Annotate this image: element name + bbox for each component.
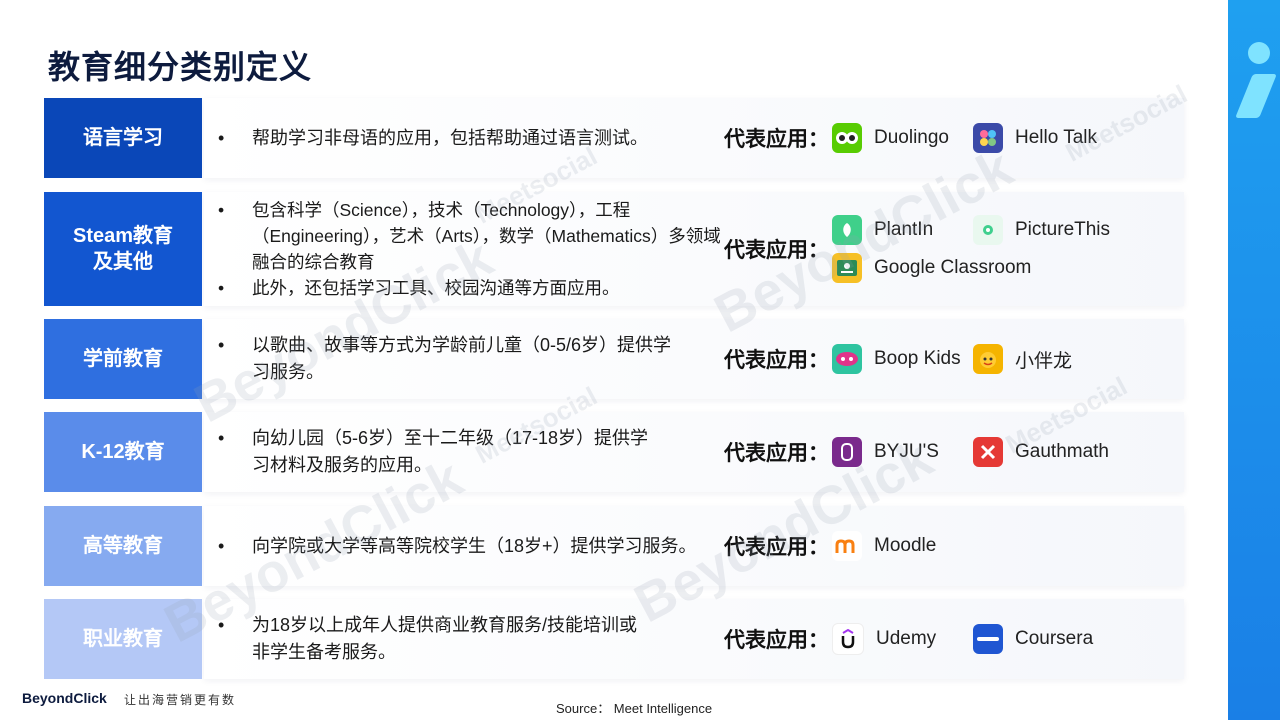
app-name: 小伴龙 (1015, 350, 1073, 372)
category-description: • 向学院或大学等高等院校学生（18岁+）提供学习服务。 (214, 506, 724, 586)
app-boop-kids[interactable]: Boop Kids (832, 344, 973, 374)
rep-label: 代表应用： (724, 349, 829, 372)
bullet-text: 帮助学习非母语的应用，包括帮助通过语言测试。 (252, 127, 648, 148)
category-description: • 包含科学（Science），技术（Technology），工程（Enginee… (214, 192, 724, 306)
udemy-icon (832, 623, 864, 655)
app-list: Boop Kids 小伴龙 (832, 319, 1192, 399)
boop-icon (832, 344, 862, 374)
app-name: Google Classroom (874, 257, 1032, 278)
flower-icon (973, 215, 1003, 245)
footer-logo: BeyondClick (22, 690, 107, 706)
app-list: Udemy Coursera (832, 599, 1192, 679)
bullet-text: 为18岁以上成年人提供商业教育服务/技能培训或非学生备考服务。 (252, 615, 638, 662)
app-name: BYJU'S (874, 441, 939, 462)
category-row: Steam教育及其他 • 包含科学（Science），技术（Technology）… (44, 192, 1184, 306)
category-label: K-12教育 (44, 412, 202, 492)
category-label: Steam教育及其他 (44, 192, 202, 306)
app-name: Coursera (1015, 628, 1094, 649)
bullet-text: 以歌曲、故事等方式为学龄前儿童（0-5/6岁）提供学习服务。 (252, 335, 672, 382)
app-name: PlantIn (874, 219, 934, 240)
app-gauthmath[interactable]: Gauthmath (973, 437, 1114, 467)
app-list: BYJU'S Gauthmath (832, 412, 1192, 492)
rep-label: 代表应用： (724, 536, 829, 559)
hellotalk-icon (973, 123, 1003, 153)
bullet-text: 向幼儿园（5-6岁）至十二年级（17-18岁）提供学习材料及服务的应用。 (252, 428, 649, 475)
rep-label: 代表应用： (724, 442, 829, 465)
decor-band (1228, 0, 1280, 720)
source-note: Source： Meet Intelligence (556, 701, 713, 716)
gauthmath-icon (973, 437, 1003, 467)
owl-icon (832, 123, 862, 153)
app-xiaobanlong[interactable]: 小伴龙 (973, 344, 1114, 374)
app-list: PlantIn PictureThis Google Classroom (832, 192, 1192, 306)
app-name: Moodle (874, 535, 937, 556)
app-name: Udemy (876, 628, 937, 649)
category-label: 学前教育 (44, 319, 202, 399)
footer-slogan: 让出海营销更有数 (124, 693, 237, 707)
dragon-icon (973, 344, 1003, 374)
category-label: 高等教育 (44, 506, 202, 586)
category-row: 学前教育 • 以歌曲、故事等方式为学龄前儿童（0-5/6岁）提供学习服务。 代表应… (44, 319, 1184, 399)
app-list: Duolingo Hello Talk (832, 98, 1192, 178)
rep-label: 代表应用： (724, 128, 829, 151)
page-title: 教育细分类别定义 (48, 49, 313, 85)
app-udemy[interactable]: Udemy (832, 623, 973, 655)
band-slash (1235, 74, 1277, 118)
band-dot (1248, 42, 1270, 64)
coursera-icon (973, 624, 1003, 654)
app-name: Boop Kids (874, 348, 961, 369)
category-row: 职业教育 • 为18岁以上成年人提供商业教育服务/技能培训或非学生备考服务。 代表… (44, 599, 1184, 679)
byjus-icon (832, 437, 862, 467)
app-plantin[interactable]: PlantIn (832, 215, 973, 245)
app-name: Duolingo (874, 127, 949, 148)
app-coursera[interactable]: Coursera (973, 623, 1114, 655)
category-description: • 为18岁以上成年人提供商业教育服务/技能培训或非学生备考服务。 (214, 599, 724, 679)
bullet-text: 包含科学（Science），技术（Technology），工程（Engineer… (252, 200, 721, 272)
app-duolingo[interactable]: Duolingo (832, 123, 973, 153)
category-label: 语言学习 (44, 98, 202, 178)
rep-label: 代表应用： (724, 629, 829, 652)
app-hellotalk[interactable]: Hello Talk (973, 123, 1114, 153)
bullet-text: 向学院或大学等高等院校学生（18岁+）提供学习服务。 (252, 535, 697, 556)
app-google-classroom[interactable]: Google Classroom (832, 253, 1092, 283)
category-description: • 帮助学习非母语的应用，包括帮助通过语言测试。 (214, 98, 724, 178)
category-description: • 以歌曲、故事等方式为学龄前儿童（0-5/6岁）提供学习服务。 (214, 319, 724, 399)
app-picturethis[interactable]: PictureThis (973, 215, 1114, 245)
app-name: Gauthmath (1015, 441, 1109, 462)
app-list: Moodle (832, 506, 1192, 586)
rep-label: 代表应用： (724, 239, 829, 262)
category-row: 高等教育 • 向学院或大学等高等院校学生（18岁+）提供学习服务。 代表应用： M… (44, 506, 1184, 586)
app-name: Hello Talk (1015, 127, 1098, 148)
classroom-icon (832, 253, 862, 283)
app-moodle[interactable]: Moodle (832, 531, 973, 561)
category-row: 语言学习 • 帮助学习非母语的应用，包括帮助通过语言测试。 代表应用： Duoli… (44, 98, 1184, 178)
category-row: K-12教育 • 向幼儿园（5-6岁）至十二年级（17-18岁）提供学习材料及服务… (44, 412, 1184, 492)
leaf-icon (832, 215, 862, 245)
bullet-text: 此外，还包括学习工具、校园沟通等方面应用。 (252, 278, 620, 298)
app-byjus[interactable]: BYJU'S (832, 437, 973, 467)
category-label: 职业教育 (44, 599, 202, 679)
category-description: • 向幼儿园（5-6岁）至十二年级（17-18岁）提供学习材料及服务的应用。 (214, 412, 724, 492)
moodle-icon (832, 531, 862, 561)
app-name: PictureThis (1015, 219, 1111, 240)
